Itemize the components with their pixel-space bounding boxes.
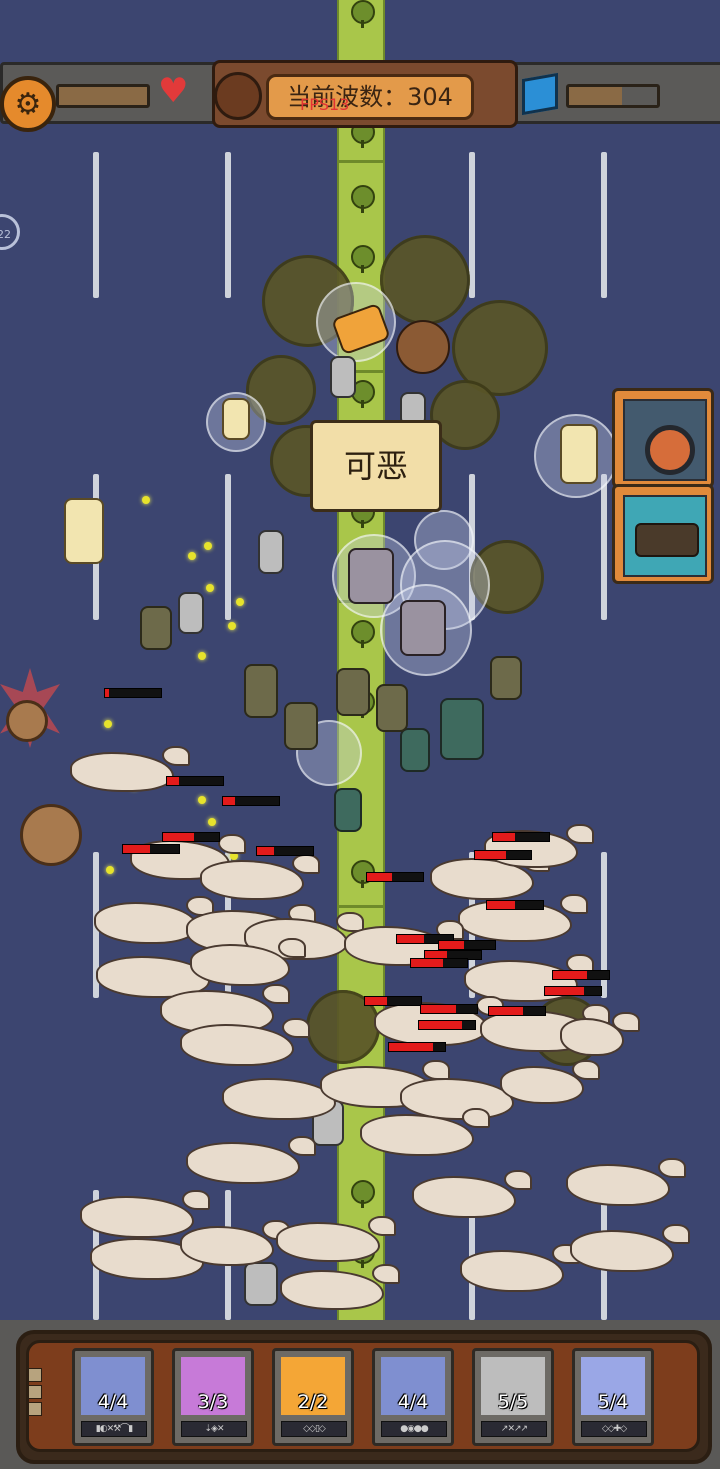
lane-marker (225, 152, 231, 298)
wolf-enemy (200, 854, 320, 900)
speaker-card[interactable] (612, 388, 714, 488)
gear-icon[interactable]: ⚙ (0, 76, 56, 132)
wolf-enemy (412, 1170, 532, 1218)
brawler-unit (348, 548, 394, 604)
speaker-icon (645, 425, 695, 475)
unit-tags: ⇣◈✕ (181, 1421, 247, 1437)
wolf-enemy (180, 1220, 290, 1266)
priestess-unit (222, 398, 250, 440)
archer-unit (490, 656, 522, 700)
unit-count: 2/2 (297, 1391, 329, 1413)
grenadier-unit (440, 698, 484, 760)
archer-unit (336, 668, 370, 716)
lane-marker (601, 474, 607, 620)
lane-marker (225, 474, 231, 620)
wolf-enemy (500, 1060, 600, 1104)
wolf-enemy (460, 1244, 580, 1292)
brawler-unit (400, 600, 446, 656)
unit-tags: ◇◇▯◇ (281, 1421, 347, 1437)
archer-unit (140, 606, 172, 650)
unit-count: 3/3 (197, 1391, 229, 1413)
crossbow-unit (244, 1262, 278, 1306)
wolf-enemy (80, 1190, 210, 1238)
tree-icon (351, 0, 375, 28)
shield-icon (214, 72, 262, 120)
grenadier-unit (334, 788, 362, 832)
tree-icon (351, 620, 375, 648)
wave-counter: 当前波数：304 (266, 74, 474, 120)
wolf-enemy (570, 1224, 690, 1272)
unit-slot-brawler[interactable]: 4/4 ●◉●● (372, 1348, 454, 1446)
mini-icons (28, 1368, 42, 1420)
wolf-enemy (70, 746, 190, 792)
wolf-enemy (566, 1158, 686, 1206)
archer-unit (376, 684, 408, 732)
unit-slot-grenadier[interactable]: 3/3 ⇣◈✕ (172, 1348, 254, 1446)
priestess-unit (560, 424, 598, 484)
boulder-icon (20, 804, 82, 866)
wolf-enemy (94, 896, 214, 944)
unit-tags: ●◉●● (381, 1421, 447, 1437)
swordsman-unit (258, 530, 284, 574)
grenadier-unit (400, 728, 430, 772)
crystal-bar (566, 84, 660, 108)
archer-unit (284, 702, 318, 750)
swordsman-unit (330, 356, 356, 398)
speech-bubble: 可恶 (310, 420, 442, 512)
boulder-icon (6, 700, 48, 742)
unit-tags: ↗✕↗↗ (481, 1421, 547, 1437)
catapult-unit (396, 320, 450, 374)
wolf-enemy (222, 1072, 352, 1120)
tree-icon (351, 185, 375, 213)
resource-bar (56, 84, 150, 108)
priestess-unit (64, 498, 104, 564)
lane-marker (601, 152, 607, 298)
wolf-enemy (180, 1018, 310, 1066)
archer-unit (244, 664, 278, 718)
swordsman-unit (178, 592, 204, 634)
crystal-icon (522, 72, 558, 116)
unit-count: 5/5 (497, 1391, 529, 1413)
unit-count: 4/4 (97, 1391, 129, 1413)
weapon-card[interactable] (612, 484, 714, 584)
wolf-enemy (186, 1136, 316, 1184)
unit-tags: ▮◐✕⚒⌒▮ (81, 1421, 147, 1437)
unit-count: 4/4 (397, 1391, 429, 1413)
unit-slot-gunner[interactable]: 4/4 ▮◐✕⚒⌒▮ (72, 1348, 154, 1446)
wolf-enemy (360, 1108, 490, 1156)
tree-icon (351, 245, 375, 273)
lane-marker (93, 152, 99, 298)
battlefield (0, 0, 720, 1330)
unit-count: 5/4 (597, 1391, 629, 1413)
crossbow-icon (635, 523, 699, 557)
heart-icon: ♥ (158, 71, 189, 111)
unit-slot-monk[interactable]: 2/2 ◇◇▯◇ (272, 1348, 354, 1446)
unit-tags: ◇◇✚◇ (581, 1421, 647, 1437)
unit-slot-crossbow[interactable]: 5/5 ↗✕↗↗ (472, 1348, 554, 1446)
unit-slot-priestess[interactable]: 5/4 ◇◇✚◇ (572, 1348, 654, 1446)
wolf-enemy (560, 1012, 640, 1056)
tree-icon (351, 1180, 375, 1208)
fps-counter: FPS13 (300, 95, 350, 114)
